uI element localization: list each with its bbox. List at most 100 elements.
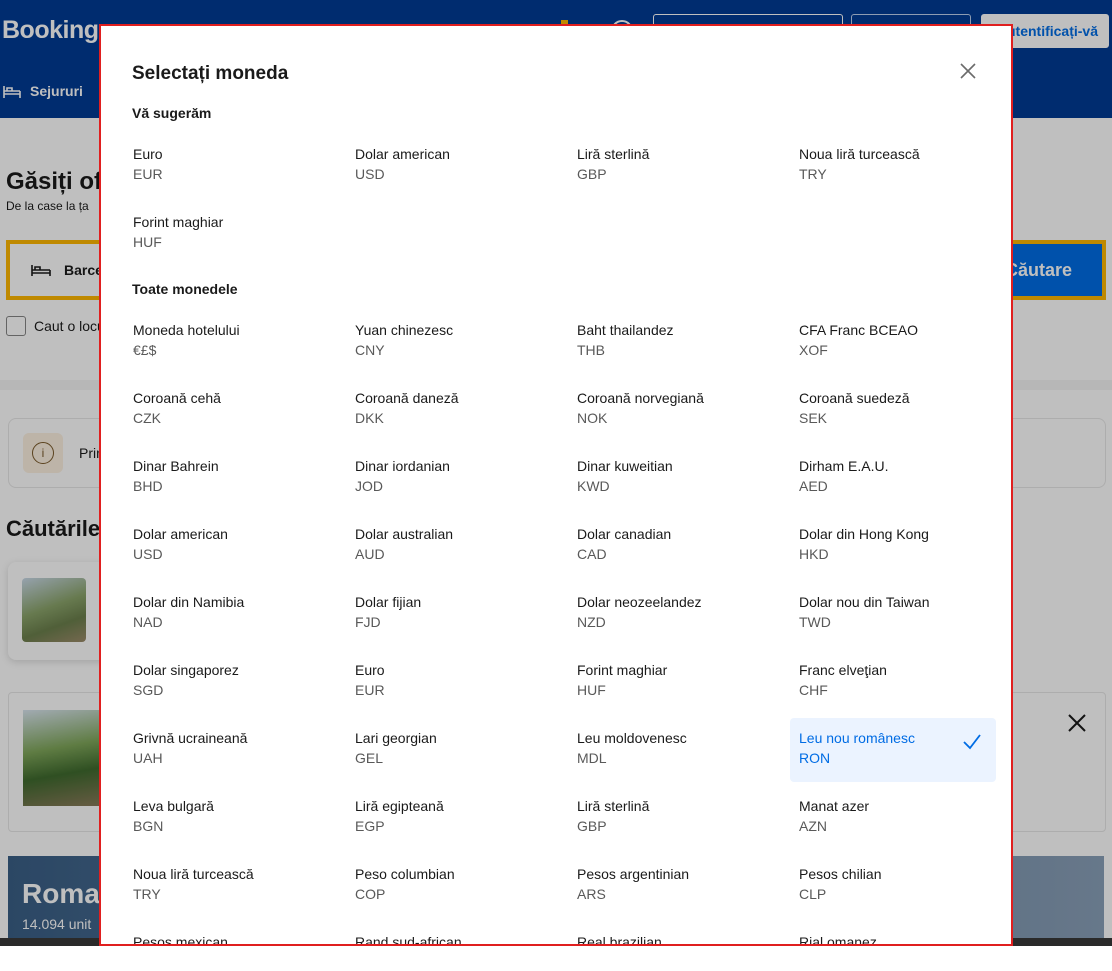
currency-option[interactable]: Leu moldovenesc MDL [568,718,774,782]
currency-option[interactable]: Grivnă ucraineană UAH [124,718,330,782]
currency-modal: Selectați moneda Vă sugerăm Euro EUR Dolar… [99,24,1013,946]
currency-code: EGP [355,818,385,834]
currency-option[interactable]: Dolar nou din Taiwan TWD [790,582,996,646]
currency-code: CZK [133,410,161,426]
currency-name: Dolar din Hong Kong [799,526,929,542]
currency-name: Forint maghiar [577,662,668,678]
currency-name: Dolar nou din Taiwan [799,594,930,610]
currency-option[interactable]: Rial omanez [790,922,996,944]
currency-option[interactable]: Dolar american USD [124,514,330,578]
currency-code: NAD [133,614,163,630]
currency-name: Yuan chinezesc [355,322,454,338]
currency-option[interactable]: Noua liră turcească TRY [124,854,330,918]
currency-option[interactable]: Pesos mexican [124,922,330,944]
currency-option[interactable]: Liră sterlină GBP [568,786,774,850]
currency-code: €£$ [133,342,157,358]
currency-code: ARS [577,886,606,902]
currency-name: Rand sud-african [355,934,462,946]
currency-name: Coroană daneză [355,390,459,406]
currency-option[interactable]: Dirham E.A.U. AED [790,446,996,510]
currency-option[interactable]: Euro EUR [124,134,330,198]
currency-code: EUR [355,682,385,698]
close-icon [960,63,976,79]
currency-code: NOK [577,410,608,426]
currency-option[interactable]: Peso columbian COP [346,854,552,918]
currency-option[interactable]: Forint maghiar HUF [124,202,330,266]
currency-option[interactable]: Liră sterlină GBP [568,134,774,198]
currency-option[interactable]: Forint maghiar HUF [568,650,774,714]
currency-name: Leva bulgară [133,798,214,814]
currency-option[interactable]: Yuan chinezesc CNY [346,310,552,374]
currency-option[interactable]: Dolar canadian CAD [568,514,774,578]
suggested-section-title: Vă sugerăm [132,105,212,121]
currency-option[interactable]: Pesos argentinian ARS [568,854,774,918]
currency-option[interactable]: Leu nou românesc RON [790,718,996,782]
checkmark-icon [963,734,981,750]
currency-option[interactable]: Dolar din Hong Kong HKD [790,514,996,578]
currency-name: CFA Franc BCEAO [799,322,919,338]
currency-code: NZD [577,614,606,630]
currency-option[interactable]: Liră egipteană EGP [346,786,552,850]
currency-name: Dolar canadian [577,526,672,542]
close-button[interactable] [957,60,979,82]
all-currency-grid: Moneda hotelului €£$ Yuan chinezesc CNY Baht… [124,310,996,946]
currency-name: Liră egipteană [355,798,444,814]
currency-name: Leu nou românesc [799,730,915,746]
currency-option[interactable]: Coroană suedeză SEK [790,378,996,442]
currency-option[interactable]: Dolar neozeelandez NZD [568,582,774,646]
currency-option[interactable]: Dinar Bahrein BHD [124,446,330,510]
currency-option[interactable]: Pesos chilian CLP [790,854,996,918]
currency-option[interactable]: Rand sud-african [346,922,552,946]
currency-code: EUR [133,166,163,182]
currency-name: Dolar fijian [355,594,422,610]
currency-name: Dolar australian [355,526,454,542]
currency-code: AZN [799,818,827,834]
currency-option[interactable]: Leva bulgară BGN [124,786,330,850]
currency-option[interactable]: Dinar kuweitian KWD [568,446,774,510]
currency-option[interactable]: Dinar iordanian JOD [346,446,552,510]
currency-code: KWD [577,478,610,494]
currency-name: Noua liră turcească [133,866,254,882]
currency-code: UAH [133,750,163,766]
currency-option[interactable]: Coroană cehă CZK [124,378,330,442]
currency-option[interactable]: Dolar fijian FJD [346,582,552,646]
currency-option[interactable]: Baht thailandez THB [568,310,774,374]
currency-option[interactable]: Real brazilian [568,922,774,944]
currency-name: Baht thailandez [577,322,674,338]
currency-code: BHD [133,478,163,494]
currency-name: Dinar kuweitian [577,458,673,474]
currency-name: Grivnă ucraineană [133,730,248,746]
currency-name: Dolar american [355,146,450,162]
currency-option[interactable]: Coroană norvegiană NOK [568,378,774,442]
currency-option[interactable]: Dolar din Namibia NAD [124,582,330,646]
currency-option[interactable]: Moneda hotelului €£$ [124,310,330,374]
modal-title: Selectați moneda [132,63,289,84]
currency-name: Liră sterlină [577,798,650,814]
currency-option[interactable]: Lari georgian GEL [346,718,552,782]
currency-option[interactable]: Dolar singaporez SGD [124,650,330,714]
currency-name: Liră sterlină [577,146,650,162]
currency-option[interactable]: Noua liră turcească TRY [790,134,996,198]
currency-option[interactable]: Dolar australian AUD [346,514,552,578]
currency-name: Lari georgian [355,730,437,746]
currency-code: SEK [799,410,828,426]
currency-code: SGD [133,682,164,698]
all-currencies-section-title: Toate monedele [132,281,238,297]
currency-option[interactable]: Coroană daneză DKK [346,378,552,442]
currency-code: MDL [577,750,607,766]
currency-option[interactable]: Manat azer AZN [790,786,996,850]
currency-option[interactable]: Dolar american USD [346,134,552,198]
currency-name: Moneda hotelului [133,322,240,338]
currency-option[interactable]: Euro EUR [346,650,552,714]
currency-name: Dolar american [133,526,228,542]
currency-name: Peso columbian [355,866,455,882]
currency-option[interactable]: Franc elveţian CHF [790,650,996,714]
currency-name: Dolar din Namibia [133,594,245,610]
currency-name: Euro [133,146,163,162]
currency-code: CAD [577,546,607,562]
currency-name: Leu moldovenesc [577,730,687,746]
currency-option[interactable]: CFA Franc BCEAO XOF [790,310,996,374]
currency-code: AUD [355,546,385,562]
currency-name: Noua liră turcească [799,146,920,162]
currency-code: USD [355,166,385,182]
